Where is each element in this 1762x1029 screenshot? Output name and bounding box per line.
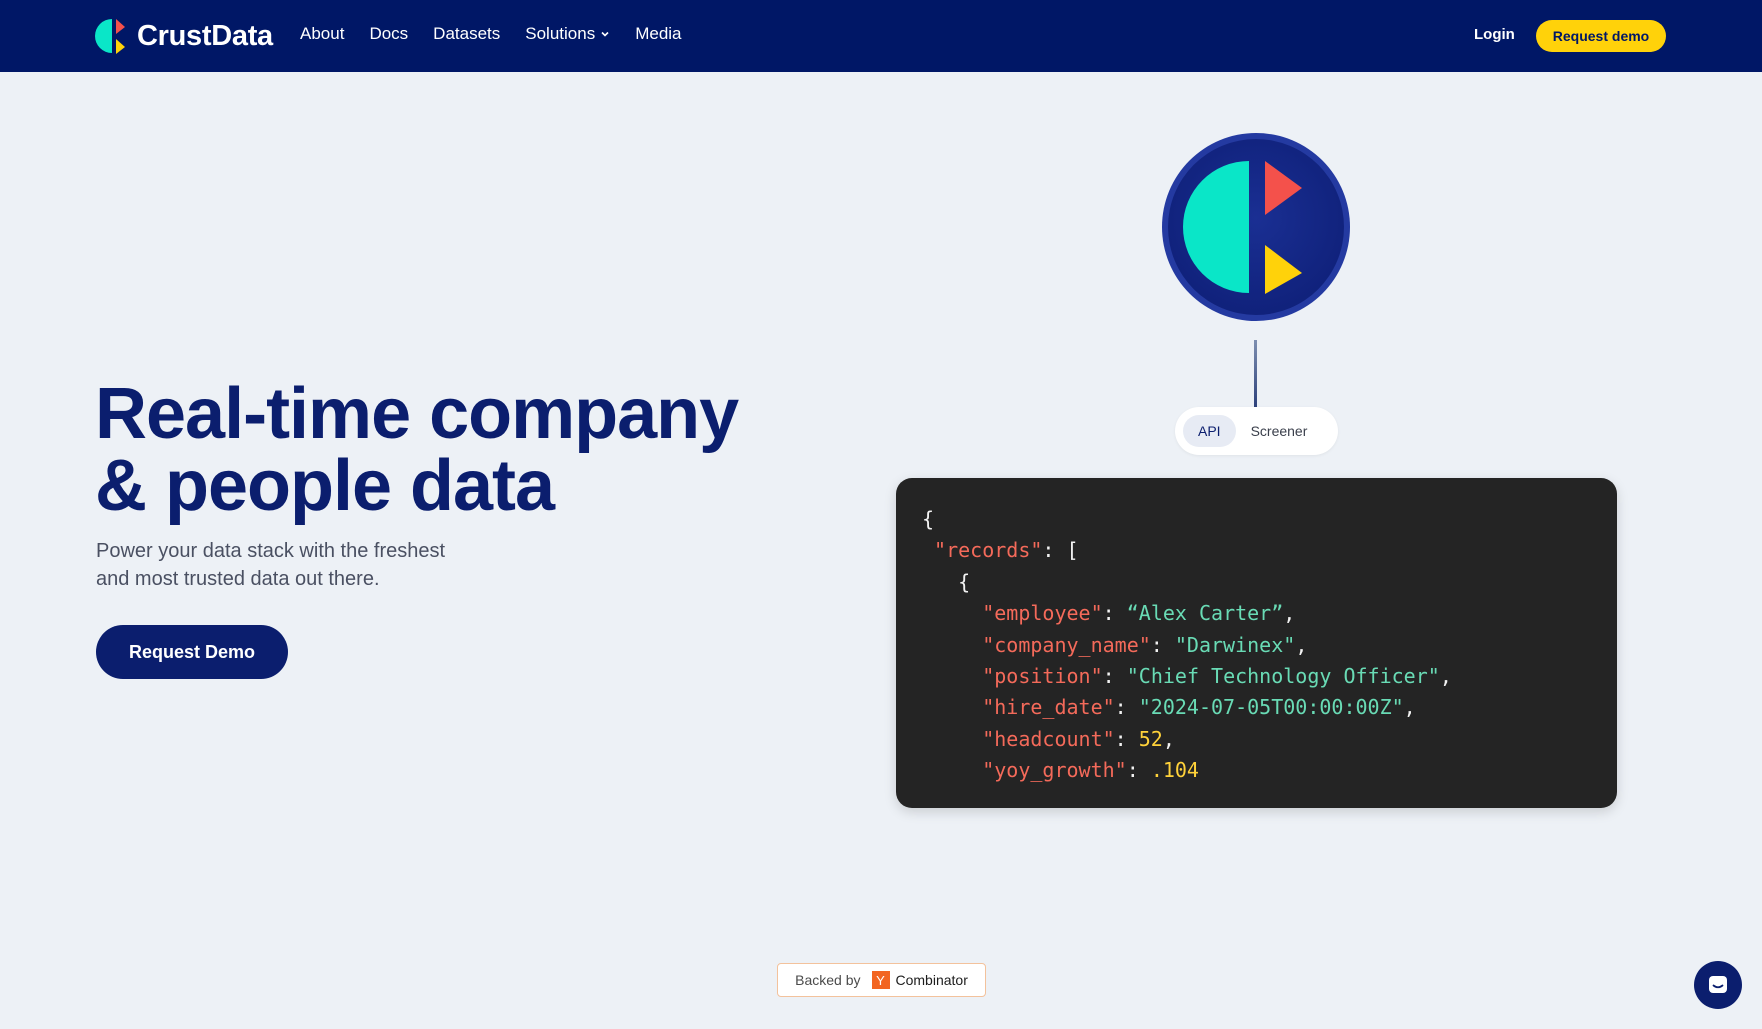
code-line: "headcount": 52,	[982, 726, 1175, 751]
code-sample-card: { "records": [ { "employee": “Alex Carte…	[896, 478, 1617, 808]
crustdata-logo-icon	[95, 19, 125, 54]
nav-links: About Docs Datasets Solutions Media	[300, 24, 707, 44]
chevron-down-icon	[601, 31, 609, 37]
nav-link-about[interactable]: About	[300, 24, 344, 44]
backed-by-label: Backed by	[795, 972, 861, 988]
nav-link-docs[interactable]: Docs	[369, 24, 408, 44]
hero-title: Real-time company & people data	[95, 378, 815, 522]
code-line: "hire_date": "2024-07-05T00:00:00Z",	[982, 695, 1416, 720]
chat-launcher-button[interactable]	[1694, 961, 1742, 1009]
code-line: "records": [	[934, 538, 1079, 563]
code-line: {	[958, 569, 971, 594]
hero-title-line-2: & people data	[95, 446, 555, 526]
code-line: "yoy_growth": .104	[982, 758, 1199, 783]
nav-link-media[interactable]: Media	[635, 24, 681, 44]
code-line: "position": "Chief Technology Officer",	[982, 664, 1452, 689]
brand[interactable]: CrustData	[95, 15, 273, 57]
brand-name: CrustData	[137, 19, 273, 52]
nav-link-solutions[interactable]: Solutions	[525, 24, 610, 44]
hero-title-line-1: Real-time company	[95, 374, 739, 454]
hero-subtitle: Power your data stack with the freshest …	[96, 537, 516, 593]
hero-subtitle-line-2: and most trusted data out there.	[96, 568, 380, 590]
code-line: "employee": “Alex Carter”,	[982, 601, 1296, 626]
tab-api[interactable]: API	[1183, 415, 1236, 447]
top-navbar: CrustData About Docs Datasets Solutions …	[0, 0, 1762, 72]
request-demo-nav-button[interactable]: Request demo	[1536, 20, 1666, 52]
crustdata-large-logo-icon	[1162, 133, 1350, 321]
hero-subtitle-line-1: Power your data stack with the freshest	[96, 540, 446, 562]
login-link[interactable]: Login	[1474, 26, 1515, 43]
backed-by-yc-badge[interactable]: Backed by Y Combinator	[777, 963, 986, 997]
nav-link-datasets[interactable]: Datasets	[433, 24, 500, 44]
tab-screener[interactable]: Screener	[1236, 415, 1323, 447]
code-line: "company_name": "Darwinex",	[982, 632, 1308, 657]
connector-line	[1254, 340, 1257, 408]
request-demo-hero-button[interactable]: Request Demo	[96, 625, 288, 679]
api-screener-toggle: API Screener	[1175, 407, 1338, 455]
nav-link-solutions-label: Solutions	[525, 24, 596, 43]
y-combinator-name: Combinator	[895, 972, 968, 988]
code-line: {	[922, 507, 935, 531]
y-combinator-logo-icon: Y	[871, 971, 890, 989]
chat-icon	[1709, 976, 1727, 993]
